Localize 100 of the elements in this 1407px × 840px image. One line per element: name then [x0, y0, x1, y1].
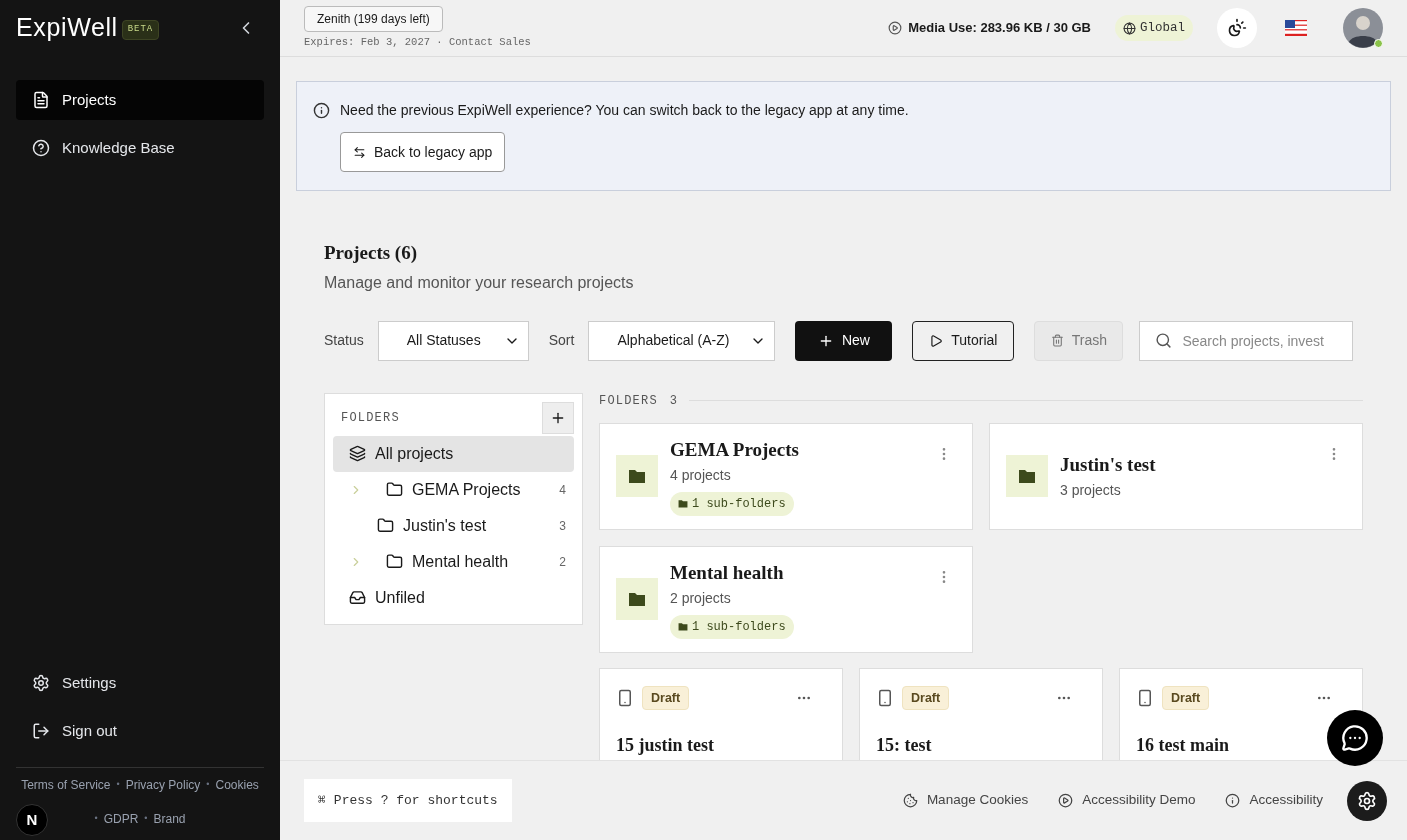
folder-icon [616, 578, 658, 620]
nav-item[interactable]: Knowledge Base [16, 128, 264, 168]
project-title: 15 justin test [616, 734, 715, 758]
theme-icon [1227, 18, 1247, 38]
subfolder-badge: 1 sub-folders [670, 614, 794, 639]
trash-button[interactable]: Trash [1034, 320, 1124, 361]
search-field[interactable]: Search projects, invest [1139, 320, 1354, 361]
document-icon [32, 91, 50, 109]
section-count: 3 [669, 392, 677, 410]
phone-icon [616, 688, 634, 707]
section-heading: FOLDERS [599, 392, 658, 410]
separator-dot: • [116, 778, 120, 792]
project-card[interactable]: Draft 16 test main [1119, 667, 1363, 760]
legacy-app-button[interactable]: Back to legacy app [340, 132, 506, 172]
folder-card[interactable]: GEMA Projects 4 projects 1 sub-folders [599, 422, 973, 530]
info-icon [1225, 793, 1241, 808]
phone-icon [1136, 688, 1154, 707]
help-icon [32, 139, 50, 157]
folder-icon [386, 553, 403, 570]
status-badge: Draft [902, 685, 950, 711]
footer-link[interactable]: Brand [153, 810, 186, 828]
project-card[interactable]: Draft 15: test [859, 667, 1103, 760]
project-count: 3 projects [1060, 480, 1122, 500]
page-subtitle: Manage and monitor your research projects [324, 272, 635, 293]
status-select[interactable]: All Statuses [377, 320, 529, 361]
folder-card[interactable]: Mental health 2 projects 1 sub-folders [599, 545, 973, 653]
project-count: 2 projects [670, 588, 732, 608]
add-folder-button[interactable] [542, 401, 574, 434]
globe-icon [1123, 21, 1136, 35]
folder-tree-item[interactable]: All projects [333, 435, 574, 472]
user-avatar[interactable] [1343, 8, 1383, 48]
folder-name: Mental health [412, 551, 510, 572]
folder-count: 4 [559, 481, 566, 499]
footer-link[interactable]: Manage Cookies [902, 790, 1029, 811]
folder-icon [377, 517, 394, 534]
layers-icon [349, 445, 366, 462]
beta-badge: BETA [121, 20, 159, 40]
panel-heading: FOLDERS [341, 409, 400, 427]
new-button[interactable]: New [795, 320, 893, 361]
trash-icon [1050, 334, 1064, 347]
expiry-text: Expires: Feb 3, 2027 · Contact Sales [304, 34, 531, 50]
footer-link[interactable]: Privacy Policy [125, 776, 201, 794]
folder-tree-item[interactable]: Mental health 2 [333, 543, 574, 580]
folder-title: Justin's test [1060, 453, 1157, 478]
nav-item[interactable]: Settings [16, 663, 264, 703]
folder-card[interactable]: Justin's test 3 projects [989, 422, 1363, 530]
subfolder-badge: 1 sub-folders [670, 491, 794, 516]
nav-item[interactable]: Sign out [16, 711, 264, 751]
command-symbol: ⌘ [318, 791, 326, 810]
phone-icon [876, 688, 894, 707]
folder-name: Justin's test [403, 515, 488, 536]
chat-icon [1341, 724, 1369, 752]
tutorial-button[interactable]: Tutorial [912, 320, 1015, 361]
footer-link[interactable]: Accessibility Demo [1058, 790, 1196, 811]
flag-icon[interactable] [1285, 20, 1307, 36]
project-title: 15: test [876, 734, 933, 758]
footer-link[interactable]: Cookies [215, 776, 259, 794]
avatar-badge[interactable]: N [16, 804, 48, 836]
folder-title: Mental health [670, 561, 785, 586]
separator-dot: • [94, 812, 98, 826]
footer-link[interactable]: GDPR [103, 810, 139, 828]
search-icon [1155, 331, 1173, 349]
nav-item[interactable]: Projects [16, 80, 264, 120]
folder-tree-item[interactable]: Unfiled [333, 579, 574, 616]
separator-dot: • [144, 812, 148, 826]
folder-tree-item[interactable]: GEMA Projects 4 [333, 471, 574, 508]
sort-label: Sort [548, 331, 575, 350]
status-badge: Draft [642, 685, 690, 711]
folder-name: All projects [375, 443, 455, 464]
banner-message: Need the previous ExpiWell experience? You can switch back to the legacy app at any time. [340, 101, 909, 120]
project-count: 4 projects [670, 465, 732, 485]
play-icon [929, 333, 944, 348]
folder-tree-item[interactable]: Justin's test 3 [333, 507, 574, 544]
theme-toggle[interactable] [1217, 8, 1257, 48]
project-card[interactable]: Draft 15 justin test [599, 667, 843, 760]
settings-icon [32, 674, 50, 692]
cookie-icon [902, 793, 918, 808]
media-usage: Media Use: 283.96 KB / 30 GB [908, 19, 1091, 38]
region-badge[interactable]: Global [1115, 14, 1193, 42]
media-icon [888, 21, 903, 35]
folder-icon [1006, 455, 1048, 497]
folder-title: GEMA Projects [670, 438, 800, 463]
inbox-icon [349, 589, 366, 606]
page-title: Projects (6) [324, 241, 418, 265]
footer-link[interactable]: Terms of Service [21, 776, 111, 794]
footer-link[interactable]: Accessibility [1225, 790, 1323, 811]
settings-button[interactable] [1347, 780, 1387, 821]
status-badge: Draft [1162, 685, 1210, 711]
folder-count: 2 [559, 553, 566, 571]
folder-icon [616, 455, 658, 497]
swap-icon [353, 145, 366, 159]
folder-count: 3 [559, 517, 566, 535]
sign-out-icon [32, 722, 50, 740]
folder-name: Unfiled [375, 587, 426, 608]
plan-button[interactable]: Zenith (199 days left) [304, 5, 443, 32]
sort-select[interactable]: Alphabetical (A-Z) [588, 320, 776, 361]
folder-icon [386, 481, 403, 498]
settings-icon [1357, 790, 1377, 811]
shortcut-text: Press ? for shortcuts [333, 791, 498, 810]
folder-name: GEMA Projects [412, 479, 522, 500]
